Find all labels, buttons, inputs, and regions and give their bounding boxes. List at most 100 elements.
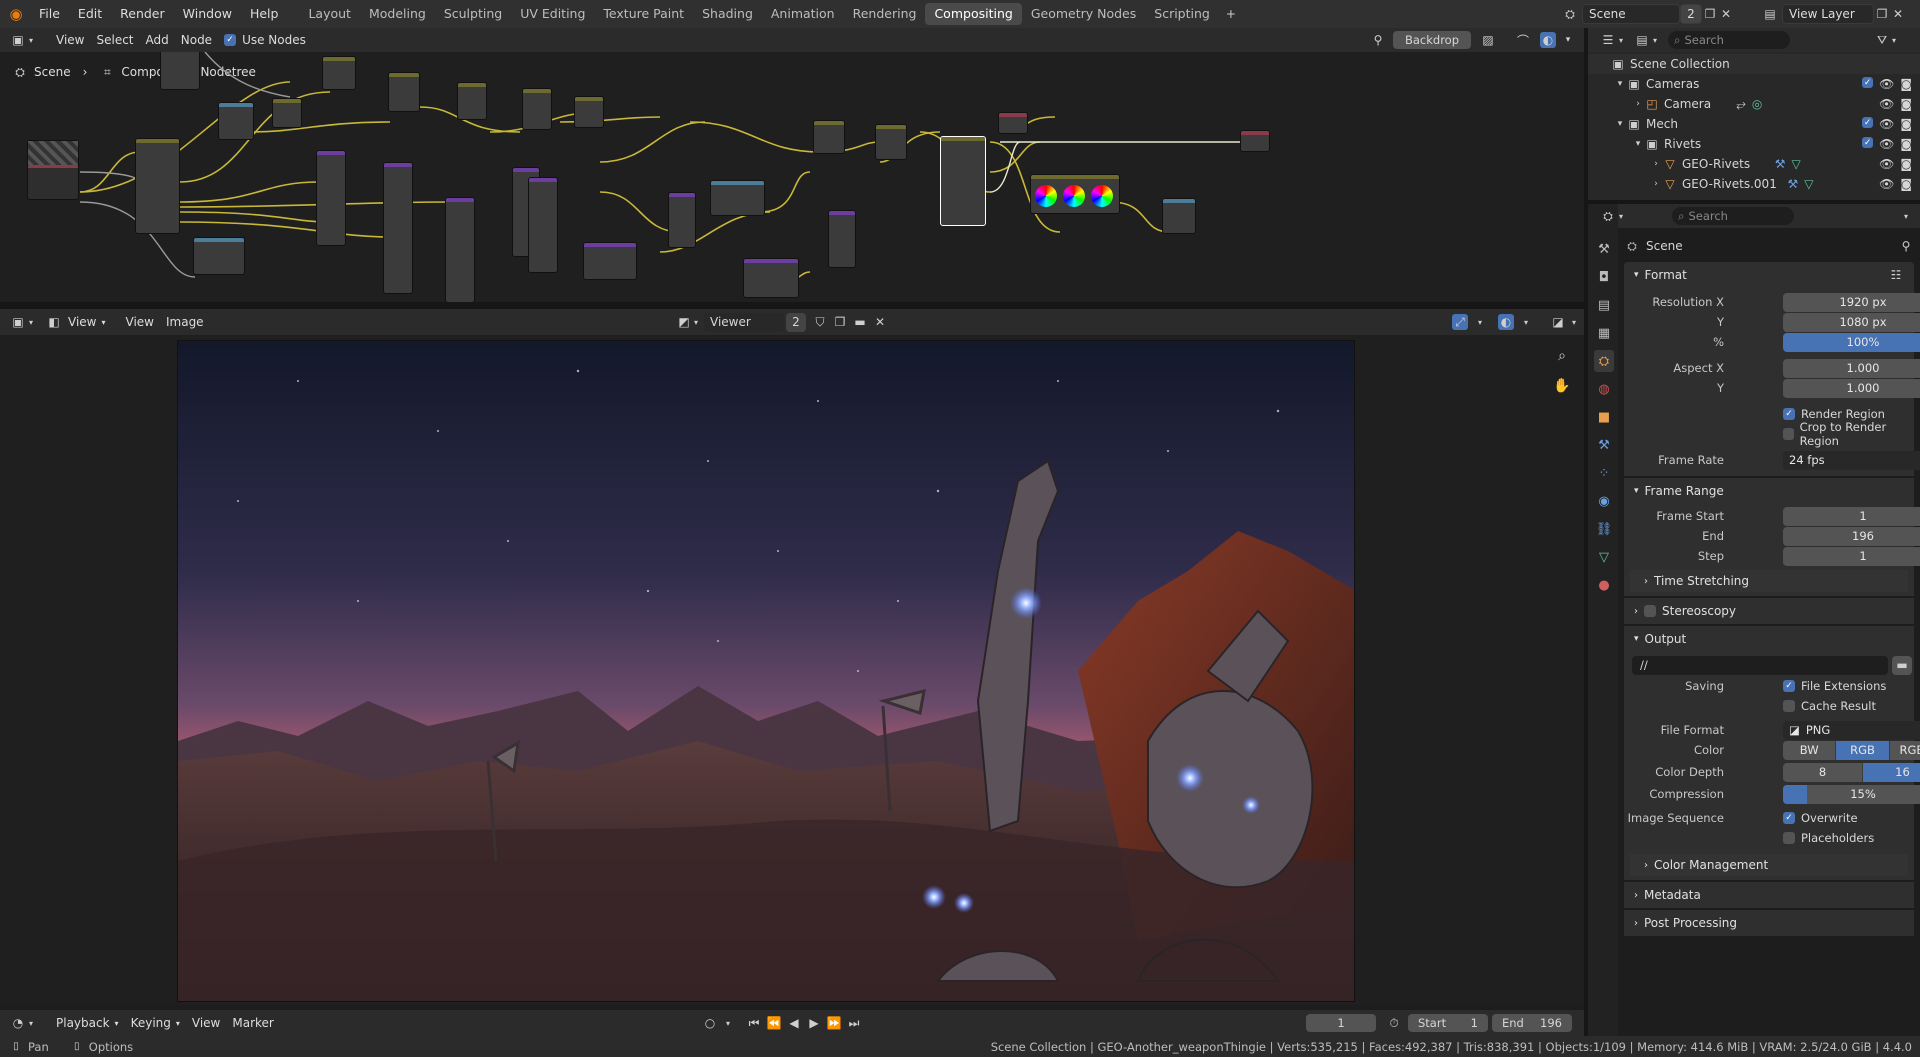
chevron-right-icon[interactable]: › [1650,176,1662,192]
overlay-icon[interactable]: ◐ [1498,314,1514,330]
render-region-toggle[interactable]: ✓ Render Region [1783,407,1885,421]
eye-icon[interactable]: 👁 [1879,117,1894,131]
render-layers-node[interactable] [27,140,79,200]
play-reverse-icon[interactable]: ◀ [786,1015,802,1031]
material-tab-icon[interactable]: ● [1594,574,1614,596]
node-glare-2[interactable] [383,162,413,294]
menu-edit[interactable]: Edit [69,0,111,28]
eye-icon[interactable]: 👁 [1879,137,1894,151]
properties-search-input[interactable]: ⌕ Search [1672,207,1794,225]
gizmo-icon[interactable]: ⤢ [1452,314,1468,330]
blender-logo-icon[interactable]: ◉ [8,5,24,23]
outliner-row-scene-collection[interactable]: ▣ Scene Collection [1588,54,1920,74]
node-mix-4[interactable] [388,72,420,112]
record-icon[interactable]: ○ [702,1015,718,1031]
chevron-down-icon[interactable]: ▾ [1518,314,1534,330]
node-mix-2[interactable] [272,98,302,128]
node-color-balance-wheels[interactable] [1030,174,1120,214]
pin-icon[interactable]: ⚲ [1898,238,1914,254]
close-scene-icon[interactable]: ✕ [1718,6,1734,22]
tab-rendering[interactable]: Rendering [844,3,926,25]
node-glare-1[interactable] [316,150,346,246]
physics-tab-icon[interactable]: ◉ [1594,490,1614,512]
node-mix-9[interactable] [875,124,907,160]
stereoscopy-checkbox[interactable] [1644,605,1656,617]
particles-tab-icon[interactable]: ⁘ [1594,462,1614,484]
time-stretching-subpanel[interactable]: › Time Stretching [1630,570,1908,592]
close-layer-icon[interactable]: ✕ [1890,6,1906,22]
node-color-balance-1[interactable] [218,102,254,140]
editor-type-icon[interactable]: ▣ [10,314,26,330]
tab-texture-paint[interactable]: Texture Paint [594,3,693,25]
pin-icon[interactable]: ⚲ [1370,32,1386,48]
zoom-icon[interactable]: ⌕ [1554,348,1570,364]
image-mode-dropdown[interactable]: View ▾ [62,315,112,329]
color-mode-rgba[interactable]: RGBA [1889,740,1920,760]
scene-name-field[interactable]: Scene [1582,4,1680,24]
node-mix-3[interactable] [322,56,356,90]
chevron-down-icon[interactable]: ▾ [1614,116,1626,132]
outliner-row-cameras[interactable]: ▾ ▣ Cameras ✓ 👁 ◙ [1588,74,1920,94]
node-blur-1[interactable] [583,242,637,280]
crop-region-checkbox[interactable] [1783,428,1794,440]
play-icon[interactable]: ▶ [806,1015,822,1031]
file-format-dropdown[interactable]: ◪PNG▾ [1783,720,1920,740]
object-tab-icon[interactable]: ■ [1594,406,1614,428]
node-color-balance-2[interactable] [710,180,765,216]
display-channels-icon[interactable]: ◪ [1550,314,1566,330]
placeholders-toggle[interactable]: Placeholders [1783,831,1874,845]
resolution-y-field[interactable]: 1080 px [1783,312,1920,332]
color-wheel-lift[interactable] [1035,185,1057,207]
chevron-right-icon[interactable]: › [1650,156,1662,172]
chevron-down-icon[interactable]: ▾ [1616,208,1626,224]
image-browse-icon[interactable]: ◩ [676,314,692,330]
tab-layout[interactable]: Layout [299,3,360,25]
view-layer-field[interactable]: View Layer [1782,4,1874,24]
output-panel-header[interactable]: ▾ Output [1624,626,1914,652]
frame-rate-dropdown[interactable]: 24 fps▾ [1783,450,1920,470]
chevron-down-icon[interactable]: ▾ [692,314,700,330]
color-depth-8[interactable]: 8 [1783,762,1863,782]
frame-range-panel-header[interactable]: ▾ Frame Range [1624,478,1914,504]
chevron-down-icon[interactable]: ▾ [26,32,36,48]
modifier-tab-icon[interactable]: ⚒ [1594,434,1614,456]
area-separator[interactable] [0,302,1584,309]
editor-type-icon[interactable]: ☰ [1600,32,1616,48]
frame-end-field[interactable]: 196 [1783,526,1920,546]
color-wheel-gamma[interactable] [1063,185,1085,207]
rgb-curves-node[interactable] [135,138,180,234]
outliner-row-rivets[interactable]: ▾ ▣ Rivets ✓ 👁 ◙ [1588,134,1920,154]
outliner-row-geo-rivets-001[interactable]: › ▽ GEO-Rivets.001 ⚒ ▽ 👁 ◙ [1588,174,1920,194]
pan-hand-icon[interactable]: ✋ [1553,378,1570,394]
chevron-down-icon[interactable]: ▾ [1898,208,1914,224]
node-viewer[interactable] [998,112,1028,134]
backdrop-channels-icon[interactable]: ▨ [1480,32,1496,48]
file-extensions-toggle[interactable]: ✓ File Extensions [1783,679,1886,693]
node-menu-node[interactable]: Node [175,33,218,47]
image-menu-image[interactable]: Image [160,315,210,329]
node-glare-5[interactable] [528,177,558,273]
outliner-search-input[interactable]: ⌕ Search [1668,31,1790,49]
folder-icon[interactable]: ▬ [1892,655,1912,675]
color-management-subpanel[interactable]: › Color Management [1630,854,1908,876]
node-mix-8[interactable] [813,120,845,154]
exclude-checkbox[interactable]: ✓ [1862,117,1874,128]
node-glare-6[interactable] [668,192,696,248]
outliner-row-camera[interactable]: › ◰ Camera ⥂ ◎ 👁 ◙ [1588,94,1920,114]
chevron-right-icon[interactable]: › [1632,96,1644,112]
cache-result-toggle[interactable]: Cache Result [1783,699,1876,713]
color-wheel-gain[interactable] [1091,185,1113,207]
camera-render-icon[interactable]: ◙ [1900,177,1912,191]
color-mode-bw[interactable]: BW [1783,740,1837,760]
editor-type-icon[interactable]: ▣ [10,32,26,48]
prev-keyframe-icon[interactable]: ⏪ [766,1015,782,1031]
overwrite-toggle[interactable]: ✓ Overwrite [1783,811,1858,825]
eye-icon[interactable]: 👁 [1879,77,1894,91]
chevron-down-icon[interactable]: ▾ [1472,314,1488,330]
chevron-down-icon[interactable]: ▾ [1614,76,1626,92]
tab-modeling[interactable]: Modeling [360,3,435,25]
camera-render-icon[interactable]: ◙ [1900,137,1912,151]
tool-tab-icon[interactable]: ⚒ [1594,238,1614,260]
start-frame-field[interactable]: Start 1 [1408,1014,1488,1032]
chevron-down-icon[interactable]: ▾ [26,1015,36,1031]
